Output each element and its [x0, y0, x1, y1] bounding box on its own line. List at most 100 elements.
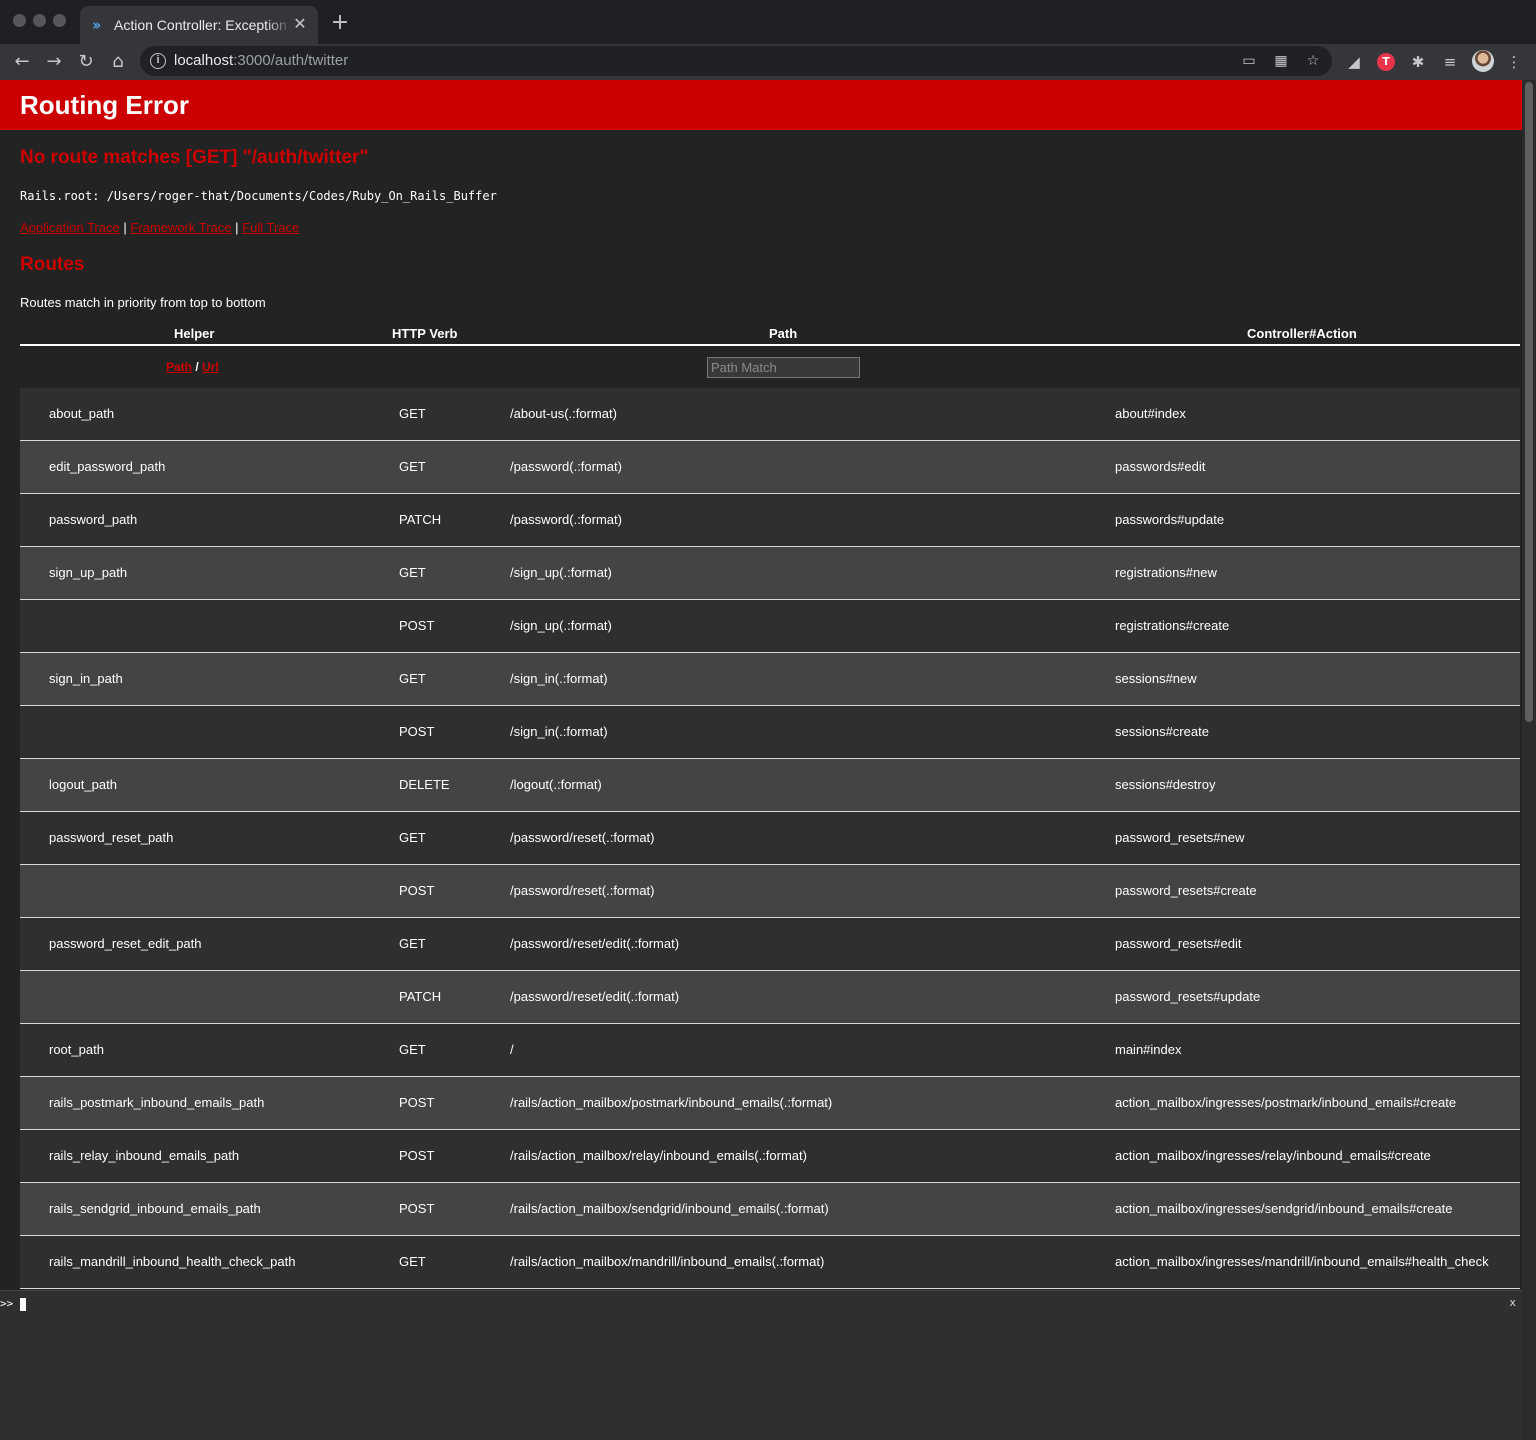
route-verb: GET	[399, 565, 426, 580]
route-helper: rails_mandrill_inbound_health_check_path	[49, 1254, 296, 1269]
grid-icon[interactable]: ▦	[1271, 51, 1291, 71]
star-icon[interactable]: ☆	[1303, 51, 1323, 71]
page-title: Routing Error	[20, 90, 189, 120]
window-zoom-dot[interactable]	[53, 14, 66, 27]
route-path: /about-us(.:format)	[510, 406, 617, 421]
table-row: logout_path DELETE/logout(.:format) sessio…	[20, 759, 1520, 812]
table-row: rails_mandrill_inbound_health_check_path…	[20, 1236, 1520, 1289]
column-controller-action: Controller#Action	[1247, 326, 1357, 341]
route-controller-action: password_resets#edit	[1115, 936, 1242, 951]
route-path: /rails/action_mailbox/mandrill/inbound_e…	[510, 1254, 825, 1269]
routes-table-header: Helper HTTP Verb Path Controller#Action	[20, 326, 1520, 346]
route-controller-action: action_mailbox/ingresses/mandrill/inboun…	[1115, 1254, 1489, 1269]
tab-close-icon[interactable]: ✕	[292, 15, 308, 33]
route-helper: rails_relay_inbound_emails_path	[49, 1148, 240, 1163]
routes-heading: Routes	[20, 254, 85, 275]
route-controller-action: password_resets#new	[1115, 830, 1245, 845]
route-helper: sign_up_path	[49, 565, 128, 580]
route-verb: GET	[399, 459, 426, 474]
browser-tab-bar: ›› Action Controller: Exception caught ✕…	[0, 0, 1536, 44]
route-verb: DELETE	[399, 777, 450, 792]
page-viewport: Routing Error No route matches [GET] "/a…	[0, 80, 1522, 1440]
toggle-separator: /	[195, 360, 199, 374]
cast-icon[interactable]: ▭	[1239, 51, 1259, 71]
url-text[interactable]: localhost:3000/auth/twitter	[174, 52, 348, 69]
console-close-icon[interactable]: x	[1509, 1296, 1516, 1309]
trace-links: Application Trace | Framework Trace | Fu…	[20, 220, 299, 235]
route-verb: PATCH	[399, 989, 442, 1004]
back-arrow-icon[interactable]: ←	[10, 50, 34, 74]
full-trace-link[interactable]: Full Trace	[242, 220, 299, 235]
route-helper: sign_in_path	[49, 671, 123, 686]
red-extension-icon[interactable]: T	[1377, 53, 1395, 71]
rails-root-path: Rails.root: /Users/roger-that/Documents/…	[20, 189, 497, 203]
route-path: /password/reset/edit(.:format)	[510, 989, 680, 1004]
browser-tab[interactable]: ›› Action Controller: Exception caught ✕	[80, 6, 318, 44]
reading-list-icon[interactable]: ≡	[1440, 52, 1460, 72]
route-controller-action: passwords#update	[1115, 512, 1225, 527]
route-controller-action: passwords#edit	[1115, 459, 1206, 474]
window-close-dot[interactable]	[13, 14, 26, 27]
route-controller-action: main#index	[1115, 1042, 1182, 1057]
route-helper: edit_password_path	[49, 459, 166, 474]
route-controller-action: sessions#new	[1115, 671, 1197, 686]
url-toggle-link[interactable]: Url	[202, 360, 219, 374]
bookmark-extension-icon[interactable]: ◢	[1344, 52, 1364, 72]
table-row: POST/password/reset(.:format) password_re…	[20, 865, 1520, 918]
table-row: sign_up_path GET/sign_up(.:format) registr…	[20, 547, 1520, 600]
route-controller-action: action_mailbox/ingresses/postmark/inboun…	[1115, 1095, 1457, 1110]
route-helper: rails_sendgrid_inbound_emails_path	[49, 1201, 261, 1216]
site-info-icon[interactable]: i	[150, 53, 166, 69]
column-path: Path	[769, 326, 798, 341]
console-prompt: >>	[0, 1297, 14, 1310]
browser-toolbar: ← → ↻ ⌂ i localhost:3000/auth/twitter ▭ …	[0, 44, 1536, 80]
table-row: PATCH/password/reset/edit(.:format) passw…	[20, 971, 1520, 1024]
routes-filter-row: Path / Url	[20, 348, 1520, 388]
trace-separator: |	[123, 220, 127, 235]
route-helper: about_path	[49, 406, 115, 421]
reload-icon[interactable]: ↻	[74, 50, 98, 74]
route-path: /password/reset(.:format)	[510, 883, 655, 898]
route-helper: logout_path	[49, 777, 117, 792]
table-row: POST/sign_up(.:format) registrations#crea…	[20, 600, 1520, 653]
route-path: /sign_in(.:format)	[510, 724, 608, 739]
table-row: rails_sendgrid_inbound_emails_path POST/r…	[20, 1183, 1520, 1236]
web-console: >> x	[0, 1290, 1522, 1440]
url-host: localhost	[174, 52, 234, 69]
route-verb: POST	[399, 724, 435, 739]
table-row: password_path PATCH/password(.:format) pas…	[20, 494, 1520, 547]
route-path: /password/reset/edit(.:format)	[510, 936, 680, 951]
route-path: /rails/action_mailbox/sendgrid/inbound_e…	[510, 1201, 829, 1216]
extension-icon[interactable]: ✱	[1408, 52, 1428, 72]
error-content: No route matches [GET] "/auth/twitter" R…	[0, 130, 1522, 1290]
page-scrollbar[interactable]	[1522, 80, 1536, 1440]
framework-trace-link[interactable]: Framework Trace	[130, 220, 231, 235]
route-helper: root_path	[49, 1042, 104, 1057]
route-path: /sign_up(.:format)	[510, 618, 612, 633]
route-path: /password/reset(.:format)	[510, 830, 655, 845]
forward-arrow-icon[interactable]: →	[42, 50, 66, 74]
avatar[interactable]	[1472, 50, 1494, 72]
route-verb: GET	[399, 936, 426, 951]
table-row: password_reset_edit_path GET/password/res…	[20, 918, 1520, 971]
path-match-input[interactable]	[707, 357, 860, 378]
scrollbar-thumb[interactable]	[1525, 82, 1533, 722]
window-minimize-dot[interactable]	[33, 14, 46, 27]
console-input[interactable]	[20, 1298, 26, 1311]
menu-kebab-icon[interactable]: ⋮	[1504, 52, 1524, 72]
route-verb: POST	[399, 883, 435, 898]
address-bar[interactable]: i localhost:3000/auth/twitter ▭ ▦ ☆	[140, 46, 1332, 76]
trace-separator: |	[235, 220, 239, 235]
path-url-toggle: Path / Url	[166, 360, 219, 374]
application-trace-link[interactable]: Application Trace	[20, 220, 120, 235]
path-toggle-link[interactable]: Path	[166, 360, 192, 374]
rails-favicon-icon: ››	[92, 16, 101, 34]
new-tab-icon[interactable]: +	[330, 12, 350, 34]
table-row: sign_in_path GET/sign_in(.:format) session…	[20, 653, 1520, 706]
route-verb: POST	[399, 1095, 435, 1110]
route-controller-action: action_mailbox/ingresses/relay/inbound_e…	[1115, 1148, 1431, 1163]
home-icon[interactable]: ⌂	[106, 50, 130, 74]
route-helper: rails_postmark_inbound_emails_path	[49, 1095, 265, 1110]
route-path: /rails/action_mailbox/postmark/inbound_e…	[510, 1095, 833, 1110]
table-row: POST/sign_in(.:format) sessions#create	[20, 706, 1520, 759]
